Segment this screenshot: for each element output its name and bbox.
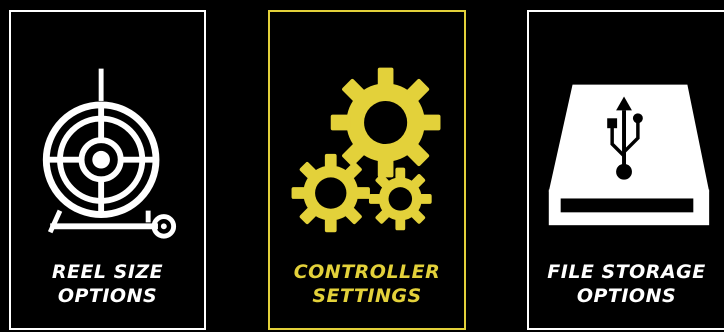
gears-icon bbox=[291, 67, 441, 233]
cable-reel-icon bbox=[42, 68, 177, 239]
reel-size-options-label: REEL SIZE OPTIONS bbox=[11, 260, 204, 308]
reel-size-options-label-line-2: OPTIONS bbox=[57, 285, 158, 307]
controller-settings-label-line-2: SETTINGS bbox=[312, 285, 422, 307]
file-storage-options-label: FILE STORAGE OPTIONS bbox=[529, 260, 724, 308]
file-storage-options-tile[interactable]: FILE STORAGE OPTIONS bbox=[527, 10, 724, 330]
controller-settings-label: CONTROLLER SETTINGS bbox=[270, 260, 464, 308]
controller-settings-tile[interactable]: CONTROLLER SETTINGS bbox=[268, 10, 466, 330]
reel-size-options-label-line-1: REEL SIZE bbox=[51, 261, 164, 283]
file-storage-options-label-line-2: OPTIONS bbox=[576, 285, 677, 307]
usb-drive-icon bbox=[548, 84, 710, 226]
reel-size-options-tile[interactable]: REEL SIZE OPTIONS bbox=[9, 10, 206, 330]
controller-settings-label-line-1: CONTROLLER bbox=[293, 261, 441, 283]
file-storage-options-label-line-1: FILE STORAGE bbox=[547, 261, 706, 283]
